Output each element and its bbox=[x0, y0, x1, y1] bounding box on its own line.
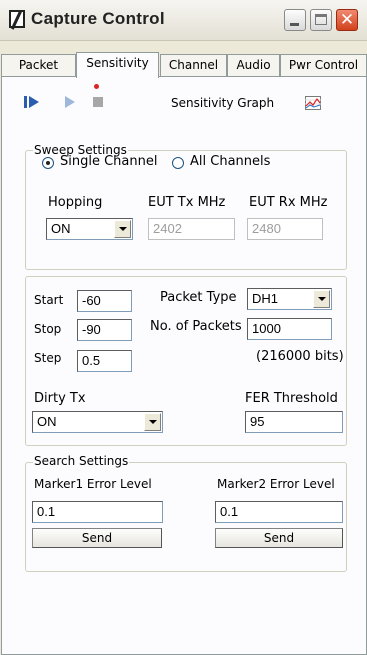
marker1-send-button[interactable]: Send bbox=[32, 528, 162, 548]
chevron-down-icon[interactable] bbox=[144, 413, 161, 431]
fer-threshold-label: FER Threshold bbox=[245, 391, 338, 406]
packets-input[interactable]: 1000 bbox=[247, 318, 332, 340]
stop-icon[interactable] bbox=[93, 97, 103, 107]
minimize-icon bbox=[290, 23, 299, 26]
eut-rx-label: EUT Rx MHz bbox=[249, 195, 328, 210]
stop-label: Stop bbox=[34, 322, 62, 336]
eut-rx-input[interactable]: 2480 bbox=[247, 218, 323, 240]
step-label: Step bbox=[34, 351, 62, 365]
tab-channel[interactable]: Channel bbox=[160, 54, 227, 76]
tab-pwr-control[interactable]: Pwr Control bbox=[280, 54, 367, 76]
step-play-icon[interactable] bbox=[24, 95, 40, 109]
marker1-input[interactable]: 0.1 bbox=[32, 501, 163, 523]
tab-packet[interactable]: Packet bbox=[1, 54, 76, 76]
close-icon: ✕ bbox=[339, 10, 355, 30]
fer-threshold-input[interactable]: 95 bbox=[245, 411, 343, 433]
title-bar[interactable]: Capture Control ✕ bbox=[0, 0, 367, 41]
tab-sensitivity[interactable]: Sensitivity bbox=[76, 52, 159, 78]
start-input[interactable]: -60 bbox=[77, 290, 132, 312]
eut-tx-input[interactable]: 2402 bbox=[148, 218, 235, 240]
hopping-value: ON bbox=[51, 221, 71, 236]
chevron-down-icon[interactable] bbox=[313, 290, 330, 308]
dirty-tx-value: ON bbox=[37, 414, 57, 429]
packet-type-label: Packet Type bbox=[160, 290, 237, 305]
stop-input[interactable]: -90 bbox=[77, 319, 132, 341]
marker1-label: Marker1 Error Level bbox=[34, 477, 152, 491]
window-title: Capture Control bbox=[31, 9, 165, 28]
bits-text: (216000 bits) bbox=[256, 349, 344, 364]
marker2-send-button[interactable]: Send bbox=[215, 528, 343, 548]
sensitivity-graph-label[interactable]: Sensitivity Graph bbox=[171, 96, 274, 110]
chevron-down-icon[interactable] bbox=[114, 220, 131, 238]
app-icon bbox=[9, 10, 25, 28]
packet-type-value: DH1 bbox=[252, 291, 279, 306]
status-indicator bbox=[94, 84, 99, 89]
dirty-tx-select[interactable]: ON bbox=[32, 411, 163, 433]
marker2-input[interactable]: 0.1 bbox=[215, 501, 343, 523]
search-settings-legend: Search Settings bbox=[33, 454, 130, 468]
tab-audio[interactable]: Audio bbox=[227, 54, 280, 76]
packet-type-select[interactable]: DH1 bbox=[247, 288, 332, 310]
close-button[interactable]: ✕ bbox=[336, 9, 358, 31]
maximize-icon bbox=[315, 14, 327, 25]
tab-strip: Packet Sensitivity Channel Audio Pwr Con… bbox=[0, 42, 367, 78]
dirty-tx-label: Dirty Tx bbox=[34, 391, 86, 406]
all-channels-radio[interactable] bbox=[172, 157, 184, 169]
start-label: Start bbox=[34, 293, 64, 307]
hopping-select[interactable]: ON bbox=[46, 218, 133, 240]
minimize-button[interactable] bbox=[284, 9, 306, 31]
play-icon[interactable] bbox=[64, 95, 76, 109]
single-channel-label[interactable]: Single Channel bbox=[60, 154, 157, 169]
all-channels-label[interactable]: All Channels bbox=[190, 154, 270, 169]
packets-label: No. of Packets bbox=[150, 319, 242, 334]
step-input[interactable]: 0.5 bbox=[77, 350, 132, 372]
capture-control-window: Capture Control ✕ Packet Sensitivity Cha… bbox=[0, 0, 367, 655]
maximize-button[interactable] bbox=[310, 9, 332, 31]
eut-tx-label: EUT Tx MHz bbox=[148, 195, 226, 210]
marker2-label: Marker2 Error Level bbox=[217, 477, 335, 491]
single-channel-radio[interactable] bbox=[42, 157, 54, 169]
hopping-label: Hopping bbox=[48, 195, 103, 210]
graph-icon[interactable] bbox=[305, 96, 321, 110]
